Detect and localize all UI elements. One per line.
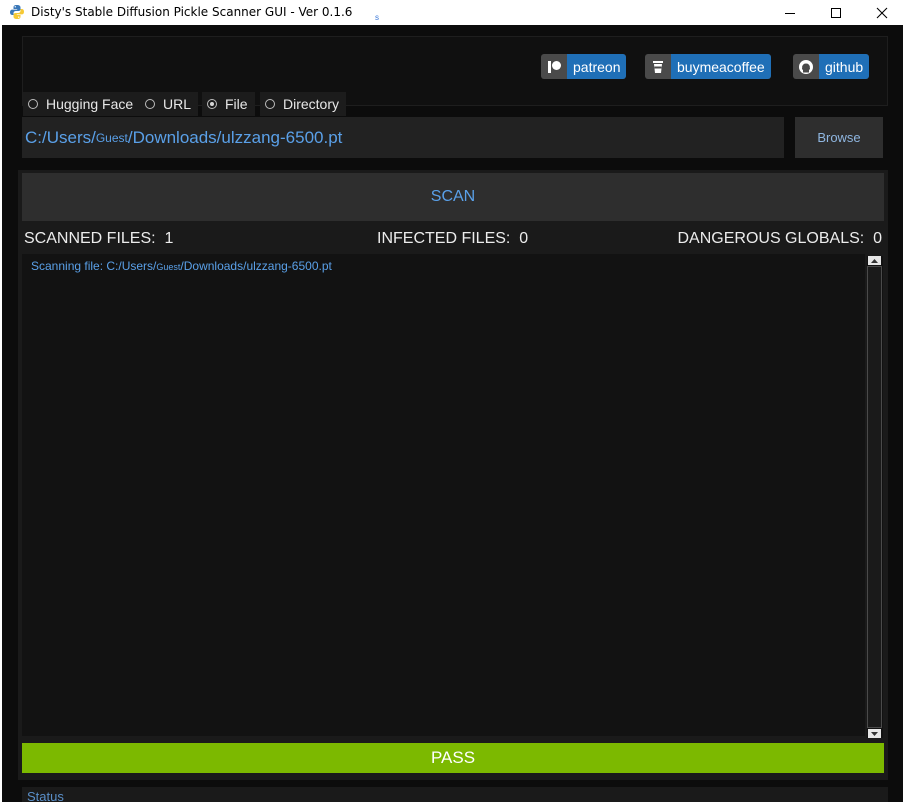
radio-label: Directory bbox=[283, 96, 340, 112]
scan-log[interactable]: Scanning file: C:/Users/Guest/Downloads/… bbox=[22, 254, 865, 736]
minimize-icon bbox=[785, 12, 795, 14]
radio-label: URL bbox=[163, 96, 192, 112]
result-banner: PASS bbox=[22, 743, 884, 773]
dangerous-globals-value: 0 bbox=[873, 230, 882, 247]
dangerous-globals-label: DANGEROUS GLOBALS: bbox=[677, 230, 865, 247]
path-user: Guest bbox=[95, 130, 128, 145]
python-logo-icon bbox=[9, 4, 25, 20]
radio-url[interactable]: URL bbox=[140, 92, 199, 116]
scroll-down-button[interactable] bbox=[868, 729, 881, 738]
main-panel: SCAN SCANNED FILES: 1 INFECTED FILES: 0 … bbox=[18, 170, 888, 780]
github-button[interactable]: github bbox=[793, 54, 870, 79]
log-prefix: Scanning file: C:/Users/ bbox=[31, 259, 157, 273]
path-prefix: C:/Users/ bbox=[25, 127, 96, 147]
browse-button[interactable]: Browse bbox=[795, 117, 883, 158]
scanned-files-value: 1 bbox=[164, 230, 174, 247]
maximize-icon bbox=[831, 7, 841, 18]
coffee-cup-icon bbox=[645, 54, 671, 79]
buymeacoffee-label: buymeacoffee bbox=[671, 54, 771, 79]
github-label: github bbox=[819, 54, 870, 79]
radio-file[interactable]: File bbox=[202, 92, 255, 116]
top-panel: patreon buymeacoffee github Hugging Face… bbox=[22, 36, 888, 116]
log-suffix: /Downloads/ulzzang-6500.pt bbox=[180, 259, 332, 273]
dangerous-globals-stat: DANGEROUS GLOBALS: 0 bbox=[677, 230, 882, 248]
radio-indicator-selected bbox=[207, 99, 217, 109]
status-bar: Status bbox=[22, 787, 888, 804]
radio-directory[interactable]: Directory bbox=[260, 92, 347, 116]
infected-files-stat: INFECTED FILES: 0 bbox=[377, 230, 528, 248]
scanned-files-label: SCANNED FILES: bbox=[24, 230, 156, 247]
log-scrollbar[interactable] bbox=[867, 256, 883, 738]
close-button[interactable] bbox=[859, 0, 905, 25]
buymeacoffee-button[interactable]: buymeacoffee bbox=[645, 54, 771, 79]
scanned-files-stat: SCANNED FILES: 1 bbox=[24, 230, 173, 248]
title-bar: Disty's Stable Diffusion Pickle Scanner … bbox=[0, 0, 905, 25]
radio-indicator bbox=[265, 99, 275, 109]
window-title: Disty's Stable Diffusion Pickle Scanner … bbox=[31, 5, 353, 19]
radio-hugging-face[interactable]: Hugging Face bbox=[23, 92, 141, 116]
patreon-button[interactable]: patreon bbox=[541, 54, 627, 79]
minimize-button[interactable] bbox=[767, 0, 813, 25]
arrow-down-icon bbox=[871, 731, 878, 736]
github-icon bbox=[793, 54, 819, 79]
arrow-up-icon bbox=[871, 258, 878, 263]
scroll-up-button[interactable] bbox=[868, 256, 881, 265]
title-stray-char: s bbox=[375, 13, 379, 22]
app-window: patreon buymeacoffee github Hugging Face… bbox=[2, 25, 903, 804]
log-user: Guest bbox=[156, 262, 181, 272]
patreon-label: patreon bbox=[567, 54, 627, 79]
path-suffix: /Downloads/ulzzang-6500.pt bbox=[127, 127, 343, 147]
file-path-input[interactable]: C:/Users/Guest/Downloads/ulzzang-6500.pt bbox=[22, 117, 784, 158]
log-line: Scanning file: C:/Users/Guest/Downloads/… bbox=[31, 259, 332, 273]
scrollbar-thumb[interactable] bbox=[867, 266, 882, 728]
radio-label: File bbox=[225, 96, 248, 112]
radio-label: Hugging Face bbox=[46, 96, 134, 112]
patreon-icon bbox=[541, 54, 567, 79]
infected-files-value: 0 bbox=[519, 230, 529, 247]
close-icon bbox=[876, 7, 888, 18]
radio-indicator bbox=[145, 99, 155, 109]
maximize-button[interactable] bbox=[813, 0, 859, 25]
infected-files-label: INFECTED FILES: bbox=[377, 230, 511, 247]
scan-button[interactable]: SCAN bbox=[22, 173, 884, 221]
radio-indicator bbox=[28, 99, 38, 109]
